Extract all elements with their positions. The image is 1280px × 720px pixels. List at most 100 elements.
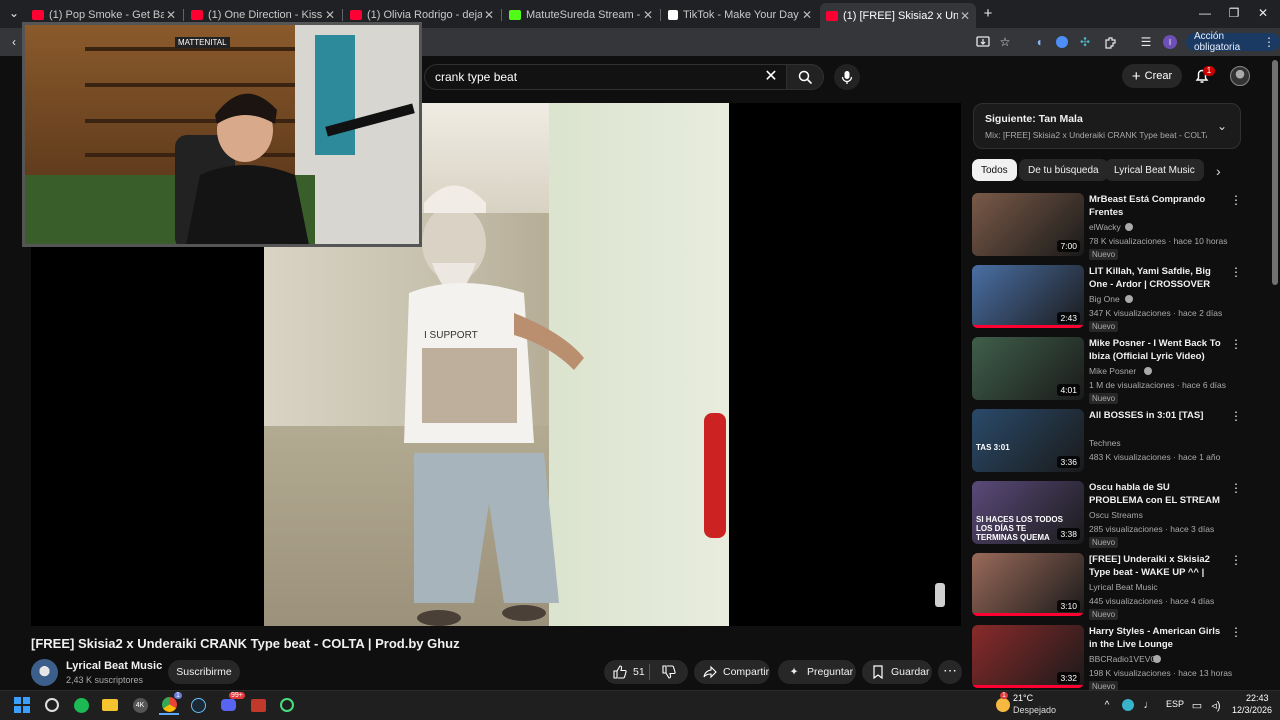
channel-name[interactable]: Lyrical Beat Music xyxy=(66,660,162,672)
more-actions-button[interactable]: ⋯ xyxy=(938,660,962,684)
ask-button[interactable]: ✦ Preguntar xyxy=(778,660,856,684)
keyboard-language[interactable]: ESP xyxy=(1166,699,1184,709)
new-badge: Nuevo xyxy=(1089,393,1119,404)
share-button[interactable]: Compartir xyxy=(694,660,770,684)
media-player-icon[interactable] xyxy=(248,695,268,715)
tab-matute-stream[interactable]: MatuteSureda Stream - Watch ✕ xyxy=(503,4,659,26)
audio-extension-icon[interactable]: ◖ xyxy=(1031,34,1047,50)
clock-date[interactable]: 12/3/2026 xyxy=(1232,705,1272,715)
fire-extinguisher xyxy=(704,413,726,538)
recommendation-title[interactable]: Harry Styles - American Girls in the Liv… xyxy=(1089,625,1223,651)
video-thumbnail[interactable]: 4:01 xyxy=(972,337,1084,400)
tab-close-icon[interactable]: ✕ xyxy=(323,8,337,22)
extension-blue-icon[interactable] xyxy=(1054,34,1070,50)
recommendation-title[interactable]: [FREE] Underaiki x Skisia2 Type beat - W… xyxy=(1089,553,1223,579)
minimize-button[interactable]: — xyxy=(1197,5,1213,21)
recommendation-item[interactable]: 4:01 Mike Posner - I Went Back To Ibiza (… xyxy=(972,337,1254,404)
like-thumbs-up-icon[interactable] xyxy=(612,664,628,680)
windows-start-icon[interactable] xyxy=(12,695,32,715)
recommendation-title[interactable]: All BOSSES in 3:01 [TAS] xyxy=(1089,409,1223,422)
search-button[interactable] xyxy=(786,64,824,90)
tab-active-skisia2[interactable]: (1) [FREE] Skisia2 x Underai ✕ xyxy=(820,3,976,28)
dislike-thumbs-down-icon[interactable] xyxy=(661,664,677,680)
tab-search-icon[interactable]: ☰ xyxy=(1138,34,1154,50)
monitor-icon[interactable]: ▭ xyxy=(1187,695,1207,715)
tab-close-icon[interactable]: ✕ xyxy=(800,8,814,22)
recommendation-channel[interactable]: Oscu Streams xyxy=(1089,510,1143,520)
volume-icon[interactable]: ◃) xyxy=(1206,695,1226,715)
voice-search-button[interactable] xyxy=(834,64,860,90)
recommendation-title[interactable]: Mike Posner - I Went Back To Ibiza (Offi… xyxy=(1089,337,1223,363)
video-thumbnail[interactable]: 3:32 xyxy=(972,625,1084,688)
chevron-down-icon[interactable]: ⌄ xyxy=(1217,119,1227,133)
recommendation-item[interactable]: 3:32 Harry Styles - American Girls in the… xyxy=(972,625,1254,692)
video-thumbnail[interactable]: SI HACES LOS TODOS LOS DÍAS TE TERMINAS … xyxy=(972,481,1084,544)
up-next-panel[interactable]: Siguiente: Tan Mala Mix: [FREE] Skisia2 … xyxy=(973,103,1241,149)
recommendation-channel[interactable]: Technes xyxy=(1089,438,1121,448)
recommendation-item[interactable]: 7:00 MrBeast Está Comprando Frentes elWack… xyxy=(972,193,1254,260)
chip-lyrical-beat-music[interactable]: Lyrical Beat Music xyxy=(1105,159,1204,181)
recommendation-title[interactable]: MrBeast Está Comprando Frentes xyxy=(1089,193,1223,219)
chevron-right-icon[interactable]: › xyxy=(1216,163,1221,179)
tray-chevron-up-icon[interactable]: ^ xyxy=(1097,695,1117,715)
recommendation-title[interactable]: LIT Killah, Yami Safdie, Big One - Ardor… xyxy=(1089,265,1223,291)
tab-close-icon[interactable]: ✕ xyxy=(958,9,972,23)
recommendation-channel[interactable]: elWacky xyxy=(1089,222,1121,232)
video-thumbnail[interactable]: 2:43 xyxy=(972,265,1084,328)
recommendation-item[interactable]: SI HACES LOS TODOS LOS DÍAS TE TERMINAS … xyxy=(972,481,1254,548)
create-button[interactable]: + Crear xyxy=(1122,64,1182,88)
recommendation-title[interactable]: Oscu habla de SU PROBLEMA con EL STREAM xyxy=(1089,481,1223,507)
recommendation-item[interactable]: TAS 3:01 3:36 All BOSSES in 3:01 [TAS] Tech… xyxy=(972,409,1254,475)
profile-avatar[interactable]: I xyxy=(1162,34,1178,50)
obs-icon[interactable] xyxy=(42,695,62,715)
chip-all[interactable]: Todos xyxy=(972,159,1017,181)
tab-close-icon[interactable]: ✕ xyxy=(482,8,496,22)
chip-from-search[interactable]: De tu búsqueda xyxy=(1019,159,1108,181)
recommendation-item[interactable]: 3:10 [FREE] Underaiki x Skisia2 Type beat… xyxy=(972,553,1254,620)
tab-close-icon[interactable]: ✕ xyxy=(164,8,178,22)
extension-teal-icon[interactable]: ✣ xyxy=(1077,34,1093,50)
channel-avatar[interactable] xyxy=(31,659,58,686)
page-scrollbar[interactable] xyxy=(1272,60,1278,285)
chatgpt-icon[interactable] xyxy=(277,695,297,715)
account-avatar[interactable] xyxy=(1230,66,1250,86)
bookmark-star-icon[interactable]: ☆ xyxy=(997,34,1013,50)
new-tab-button[interactable]: + xyxy=(980,5,996,22)
back-arrow-icon[interactable]: ‹ xyxy=(6,34,22,50)
more-vert-icon[interactable]: ⋮ xyxy=(1230,553,1242,567)
more-vert-icon[interactable]: ⋮ xyxy=(1230,193,1242,207)
file-explorer-icon[interactable] xyxy=(100,695,120,715)
more-vert-icon[interactable]: ⋮ xyxy=(1230,481,1242,495)
maximize-button[interactable]: ❐ xyxy=(1226,5,1242,21)
recommendation-channel[interactable]: BBCRadio1VEVO xyxy=(1089,654,1157,664)
more-vert-icon[interactable]: ⋮ xyxy=(1230,625,1242,639)
recommendation-channel[interactable]: Big One xyxy=(1089,294,1120,304)
video-app-icon[interactable]: 4K xyxy=(130,695,150,715)
search-input[interactable]: crank type beat xyxy=(424,64,788,90)
tab-close-icon[interactable]: ✕ xyxy=(641,8,655,22)
recommendation-channel[interactable]: Mike Posner xyxy=(1089,366,1136,376)
subscribe-button[interactable]: Suscribirme xyxy=(168,660,240,684)
tab-tiktok[interactable]: TikTok - Make Your Day ✕ xyxy=(662,4,818,26)
network-status-icon[interactable] xyxy=(1118,695,1138,715)
browser-menu-icon[interactable]: ⋮ xyxy=(1261,34,1277,50)
extensions-puzzle-icon[interactable] xyxy=(1102,34,1118,50)
more-vert-icon[interactable]: ⋮ xyxy=(1230,265,1242,279)
clear-search-icon[interactable]: ✕ xyxy=(762,67,780,87)
more-vert-icon[interactable]: ⋮ xyxy=(1230,409,1242,423)
recommendation-channel[interactable]: Lyrical Beat Music xyxy=(1089,582,1158,592)
recommendation-item[interactable]: 2:43 LIT Killah, Yami Safdie, Big One - A… xyxy=(972,265,1254,332)
spotify-icon[interactable] xyxy=(71,695,91,715)
save-button[interactable]: Guardar xyxy=(862,660,932,684)
video-thumbnail[interactable]: 7:00 xyxy=(972,193,1084,256)
close-window-button[interactable]: ✕ xyxy=(1255,5,1271,21)
video-thumbnail[interactable]: 3:10 xyxy=(972,553,1084,616)
video-thumbnail[interactable]: TAS 3:01 3:36 xyxy=(972,409,1084,472)
more-vert-icon[interactable]: ⋮ xyxy=(1230,337,1242,351)
new-badge: Nuevo xyxy=(1089,537,1119,548)
tab-search-chevron-icon[interactable]: ⌄ xyxy=(6,5,22,21)
install-app-icon[interactable] xyxy=(975,34,991,50)
steam-icon[interactable] xyxy=(188,695,208,715)
clock-time[interactable]: 22:43 xyxy=(1246,693,1269,703)
microphone-tray-icon[interactable]: ♩ xyxy=(1139,695,1159,715)
